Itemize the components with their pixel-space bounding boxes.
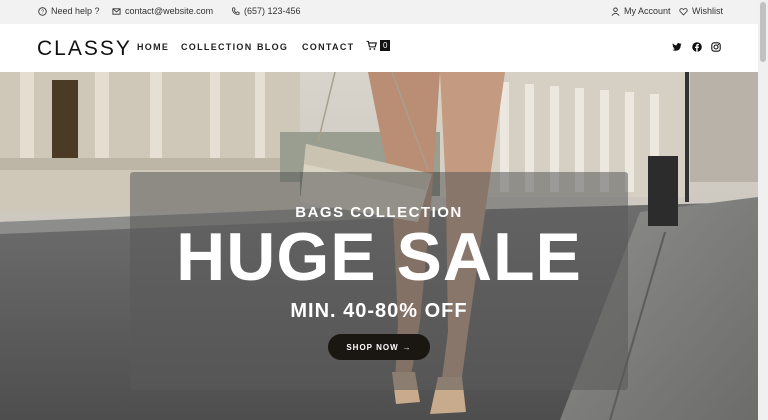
phone-link[interactable]: (657) 123-456 [231,6,301,16]
cart-count-badge: 0 [380,40,391,51]
phone-icon [232,6,240,15]
help-link[interactable]: ? Need help ? [38,6,100,16]
scrollbar-thumb[interactable] [760,2,766,62]
wishlist-link[interactable]: Wishlist [679,6,723,16]
page-scrollbar[interactable] [758,0,768,420]
site-logo[interactable]: CLASSY [37,37,132,61]
shop-now-label: SHOP NOW [346,342,399,352]
hero-headline: HUGE SALE [176,219,582,295]
hero-banner: BAGS COLLECTION HUGE SALE MIN. 40-80% OF… [0,72,758,420]
arrow-right-icon: → [402,342,412,352]
svg-text:?: ? [41,9,44,15]
envelope-icon [112,7,121,15]
heart-icon [679,7,688,16]
nav-blog[interactable]: BLOG [257,42,288,52]
question-icon: ? [38,6,47,16]
help-text: Need help ? [51,6,100,16]
nav-home[interactable]: HOME [137,42,169,52]
instagram-icon[interactable] [711,42,721,52]
email-link[interactable]: contact@website.com [112,6,213,16]
hero-offer: MIN. 40-80% OFF [290,300,468,322]
hero-overlay: BAGS COLLECTION HUGE SALE MIN. 40-80% OF… [130,172,628,390]
wishlist-text: Wishlist [692,6,723,16]
account-link[interactable]: My Account [611,6,671,16]
nav-contact[interactable]: CONTACT [302,42,354,52]
shop-now-button[interactable]: SHOP NOW → [328,334,430,360]
cart-button[interactable]: 0 [366,40,391,51]
user-icon [611,6,620,16]
phone-text: (657) 123-456 [244,6,301,16]
facebook-icon[interactable] [692,42,702,52]
cart-icon [366,40,377,50]
top-bar: ? Need help ? contact@website.com (657) … [0,0,758,24]
nav-collection[interactable]: COLLECTION [181,42,253,52]
twitter-icon[interactable] [672,42,682,52]
account-text: My Account [624,6,671,16]
email-text: contact@website.com [125,6,214,16]
main-header: CLASSY HOME COLLECTION BLOG CONTACT 0 [0,24,758,72]
